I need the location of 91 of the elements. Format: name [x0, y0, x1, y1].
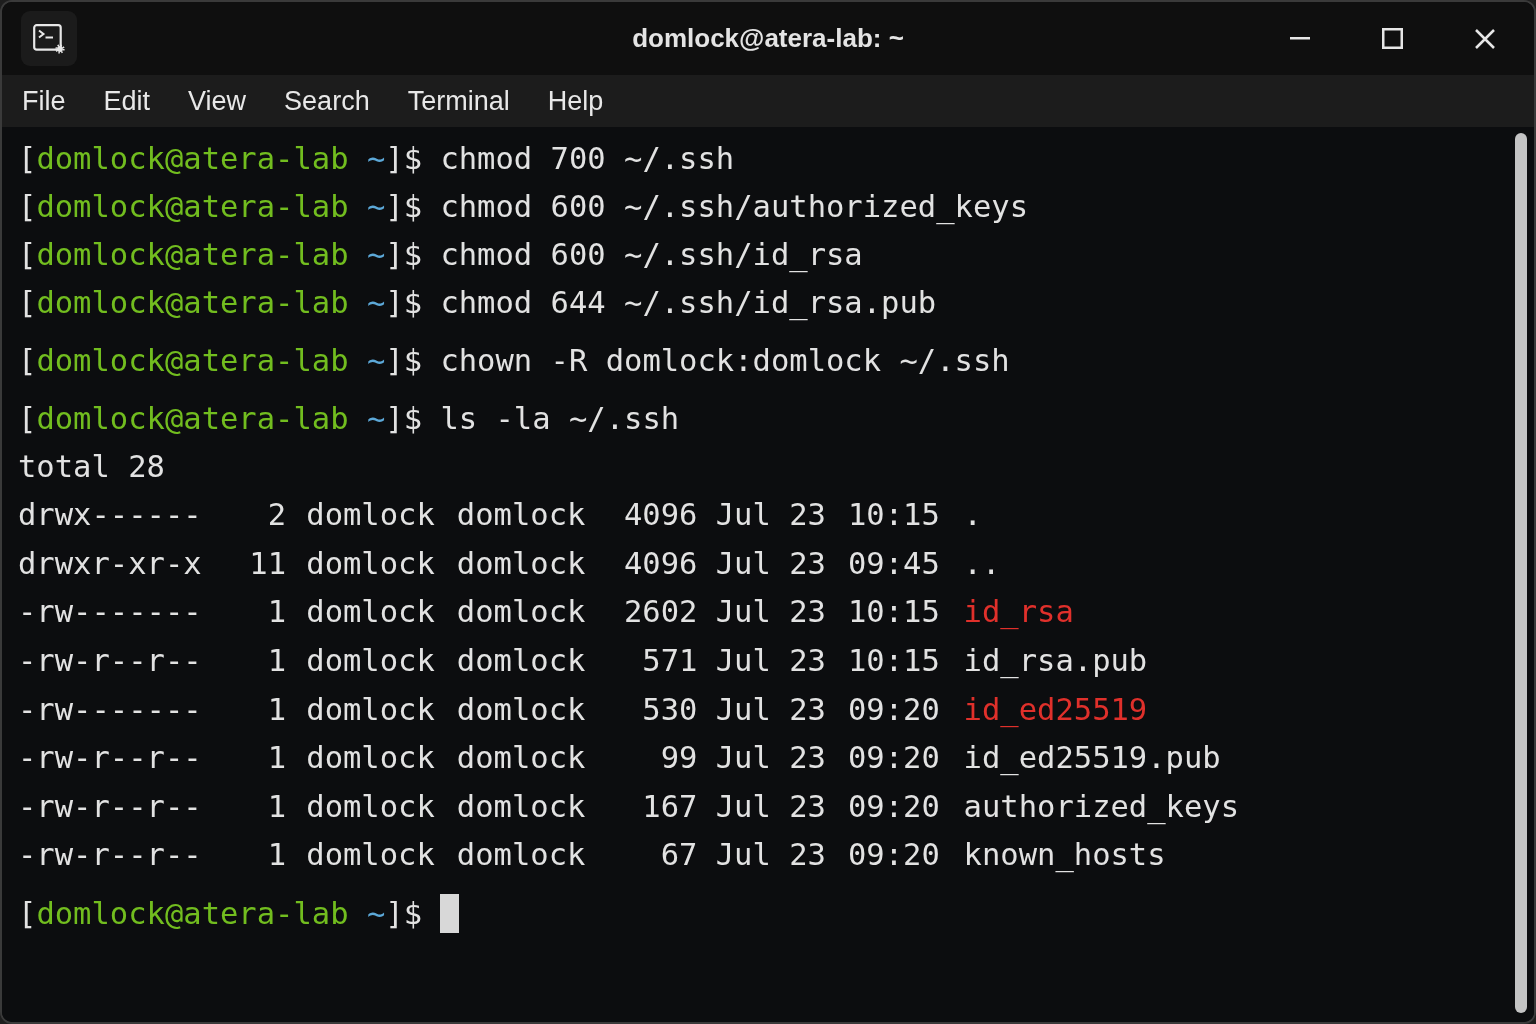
- permissions-text: drwxr-xr-x: [18, 544, 202, 583]
- menu-item[interactable]: Help: [547, 85, 604, 117]
- file-size: 2602: [623, 593, 698, 632]
- minimize-icon: [1290, 37, 1310, 40]
- permissions-text: -rw-r--r--: [18, 642, 202, 681]
- shell-prompt: [domlock@atera-lab ~]$: [18, 284, 423, 322]
- permissions-text: -rw-r--r--: [18, 836, 202, 875]
- permissions-text: -rw-------: [18, 593, 202, 632]
- file-date: Jul 23: [715, 593, 826, 632]
- file-date: Jul 23: [715, 739, 826, 778]
- file-size: 530: [642, 690, 698, 729]
- file-size: 167: [642, 787, 698, 826]
- link-count: 1: [267, 690, 287, 729]
- link-count: 1: [267, 787, 287, 826]
- group-name: domlock: [456, 593, 586, 632]
- file-name: authorized_keys: [963, 787, 1240, 827]
- menu-item[interactable]: Search: [284, 85, 370, 117]
- file-size: 99: [660, 739, 698, 778]
- permissions-text: -rw-r--r--: [18, 739, 202, 778]
- group-name: domlock: [456, 787, 586, 826]
- menu-item[interactable]: View: [188, 85, 247, 117]
- group-name: domlock: [456, 690, 586, 729]
- group-name: domlock: [456, 739, 586, 778]
- owner-name: domlock: [306, 836, 435, 875]
- maximize-icon: [1382, 28, 1403, 49]
- owner-name: domlock: [306, 690, 435, 729]
- file-size: 571: [642, 642, 698, 681]
- menu-item[interactable]: Terminal: [407, 85, 510, 117]
- link-count: 1: [267, 593, 287, 632]
- file-name: .: [963, 496, 982, 535]
- file-date: Jul 23: [715, 836, 826, 875]
- file-time: 09:45: [847, 544, 940, 583]
- link-count: 1: [267, 739, 287, 778]
- file-date: Jul 23: [715, 787, 826, 826]
- shell-prompt: [domlock@atera-lab ~]$: [18, 140, 423, 178]
- file-time: 09:20: [847, 690, 940, 729]
- menu-item[interactable]: File: [22, 85, 66, 117]
- shell-prompt: [domlock@atera-lab ~]$: [18, 894, 423, 933]
- link-count: 1: [267, 642, 287, 681]
- owner-name: domlock: [306, 544, 435, 583]
- close-icon: [1475, 28, 1495, 49]
- owner-name: domlock: [306, 496, 435, 535]
- command-text: ls -la ~/.ssh: [440, 400, 680, 438]
- permissions-text: -rw-r--r--: [18, 787, 202, 826]
- command-text: chown -R domlock:domlock ~/.ssh: [440, 342, 1010, 380]
- owner-name: domlock: [306, 642, 435, 681]
- file-date: Jul 23: [715, 496, 826, 535]
- command-text: chmod 600 ~/.ssh/id_rsa: [440, 236, 863, 275]
- file-name: ..: [963, 544, 1001, 583]
- file-size: 4096: [623, 544, 698, 583]
- permissions-text: -rw-------: [18, 690, 202, 729]
- group-name: domlock: [456, 496, 586, 535]
- file-name: id_rsa: [963, 593, 1074, 632]
- file-name: id_ed25519: [963, 690, 1148, 730]
- file-time: 09:20: [847, 739, 940, 778]
- link-count: 11: [249, 544, 287, 583]
- menu-item[interactable]: Edit: [103, 85, 151, 117]
- group-name: domlock: [456, 642, 586, 681]
- owner-name: domlock: [306, 739, 435, 778]
- file-name: id_rsa.pub: [963, 642, 1148, 681]
- window-title: domlock@atera-lab: ~: [632, 23, 904, 54]
- file-date: Jul 23: [715, 544, 826, 583]
- link-count: 1: [267, 836, 287, 875]
- command-text: chmod 644 ~/.ssh/id_rsa.pub: [440, 284, 937, 323]
- file-date: Jul 23: [715, 690, 826, 729]
- app-icon-button[interactable]: [21, 11, 77, 66]
- link-count: 2: [267, 496, 287, 535]
- file-time: 10:15: [847, 496, 940, 535]
- group-name: domlock: [456, 544, 586, 583]
- owner-name: domlock: [306, 593, 435, 632]
- file-time: 09:20: [847, 836, 940, 875]
- file-time: 09:20: [847, 787, 940, 826]
- permissions-text: drwx------: [18, 496, 202, 535]
- file-size: 67: [660, 836, 698, 875]
- group-name: domlock: [456, 836, 586, 875]
- command-text: chmod 700 ~/.ssh: [440, 140, 735, 178]
- file-size: 4096: [623, 496, 698, 535]
- shell-prompt: [domlock@atera-lab ~]$: [18, 342, 423, 380]
- terminal-icon: [33, 23, 65, 54]
- scrollbar-thumb[interactable]: [1515, 133, 1527, 1013]
- shell-prompt: [domlock@atera-lab ~]$: [18, 400, 423, 438]
- command-text: chmod 600 ~/.ssh/authorized_keys: [440, 188, 1028, 227]
- shell-prompt: [domlock@atera-lab ~]$: [18, 188, 423, 226]
- file-time: 10:15: [847, 593, 940, 632]
- file-date: Jul 23: [715, 642, 826, 681]
- shell-prompt: [domlock@atera-lab ~]$: [18, 236, 423, 274]
- file-name: known_hosts: [963, 836, 1166, 875]
- output-text: total 28: [18, 448, 165, 486]
- file-name: id_ed25519.pub: [963, 739, 1221, 778]
- owner-name: domlock: [306, 787, 435, 826]
- file-time: 10:15: [847, 642, 940, 681]
